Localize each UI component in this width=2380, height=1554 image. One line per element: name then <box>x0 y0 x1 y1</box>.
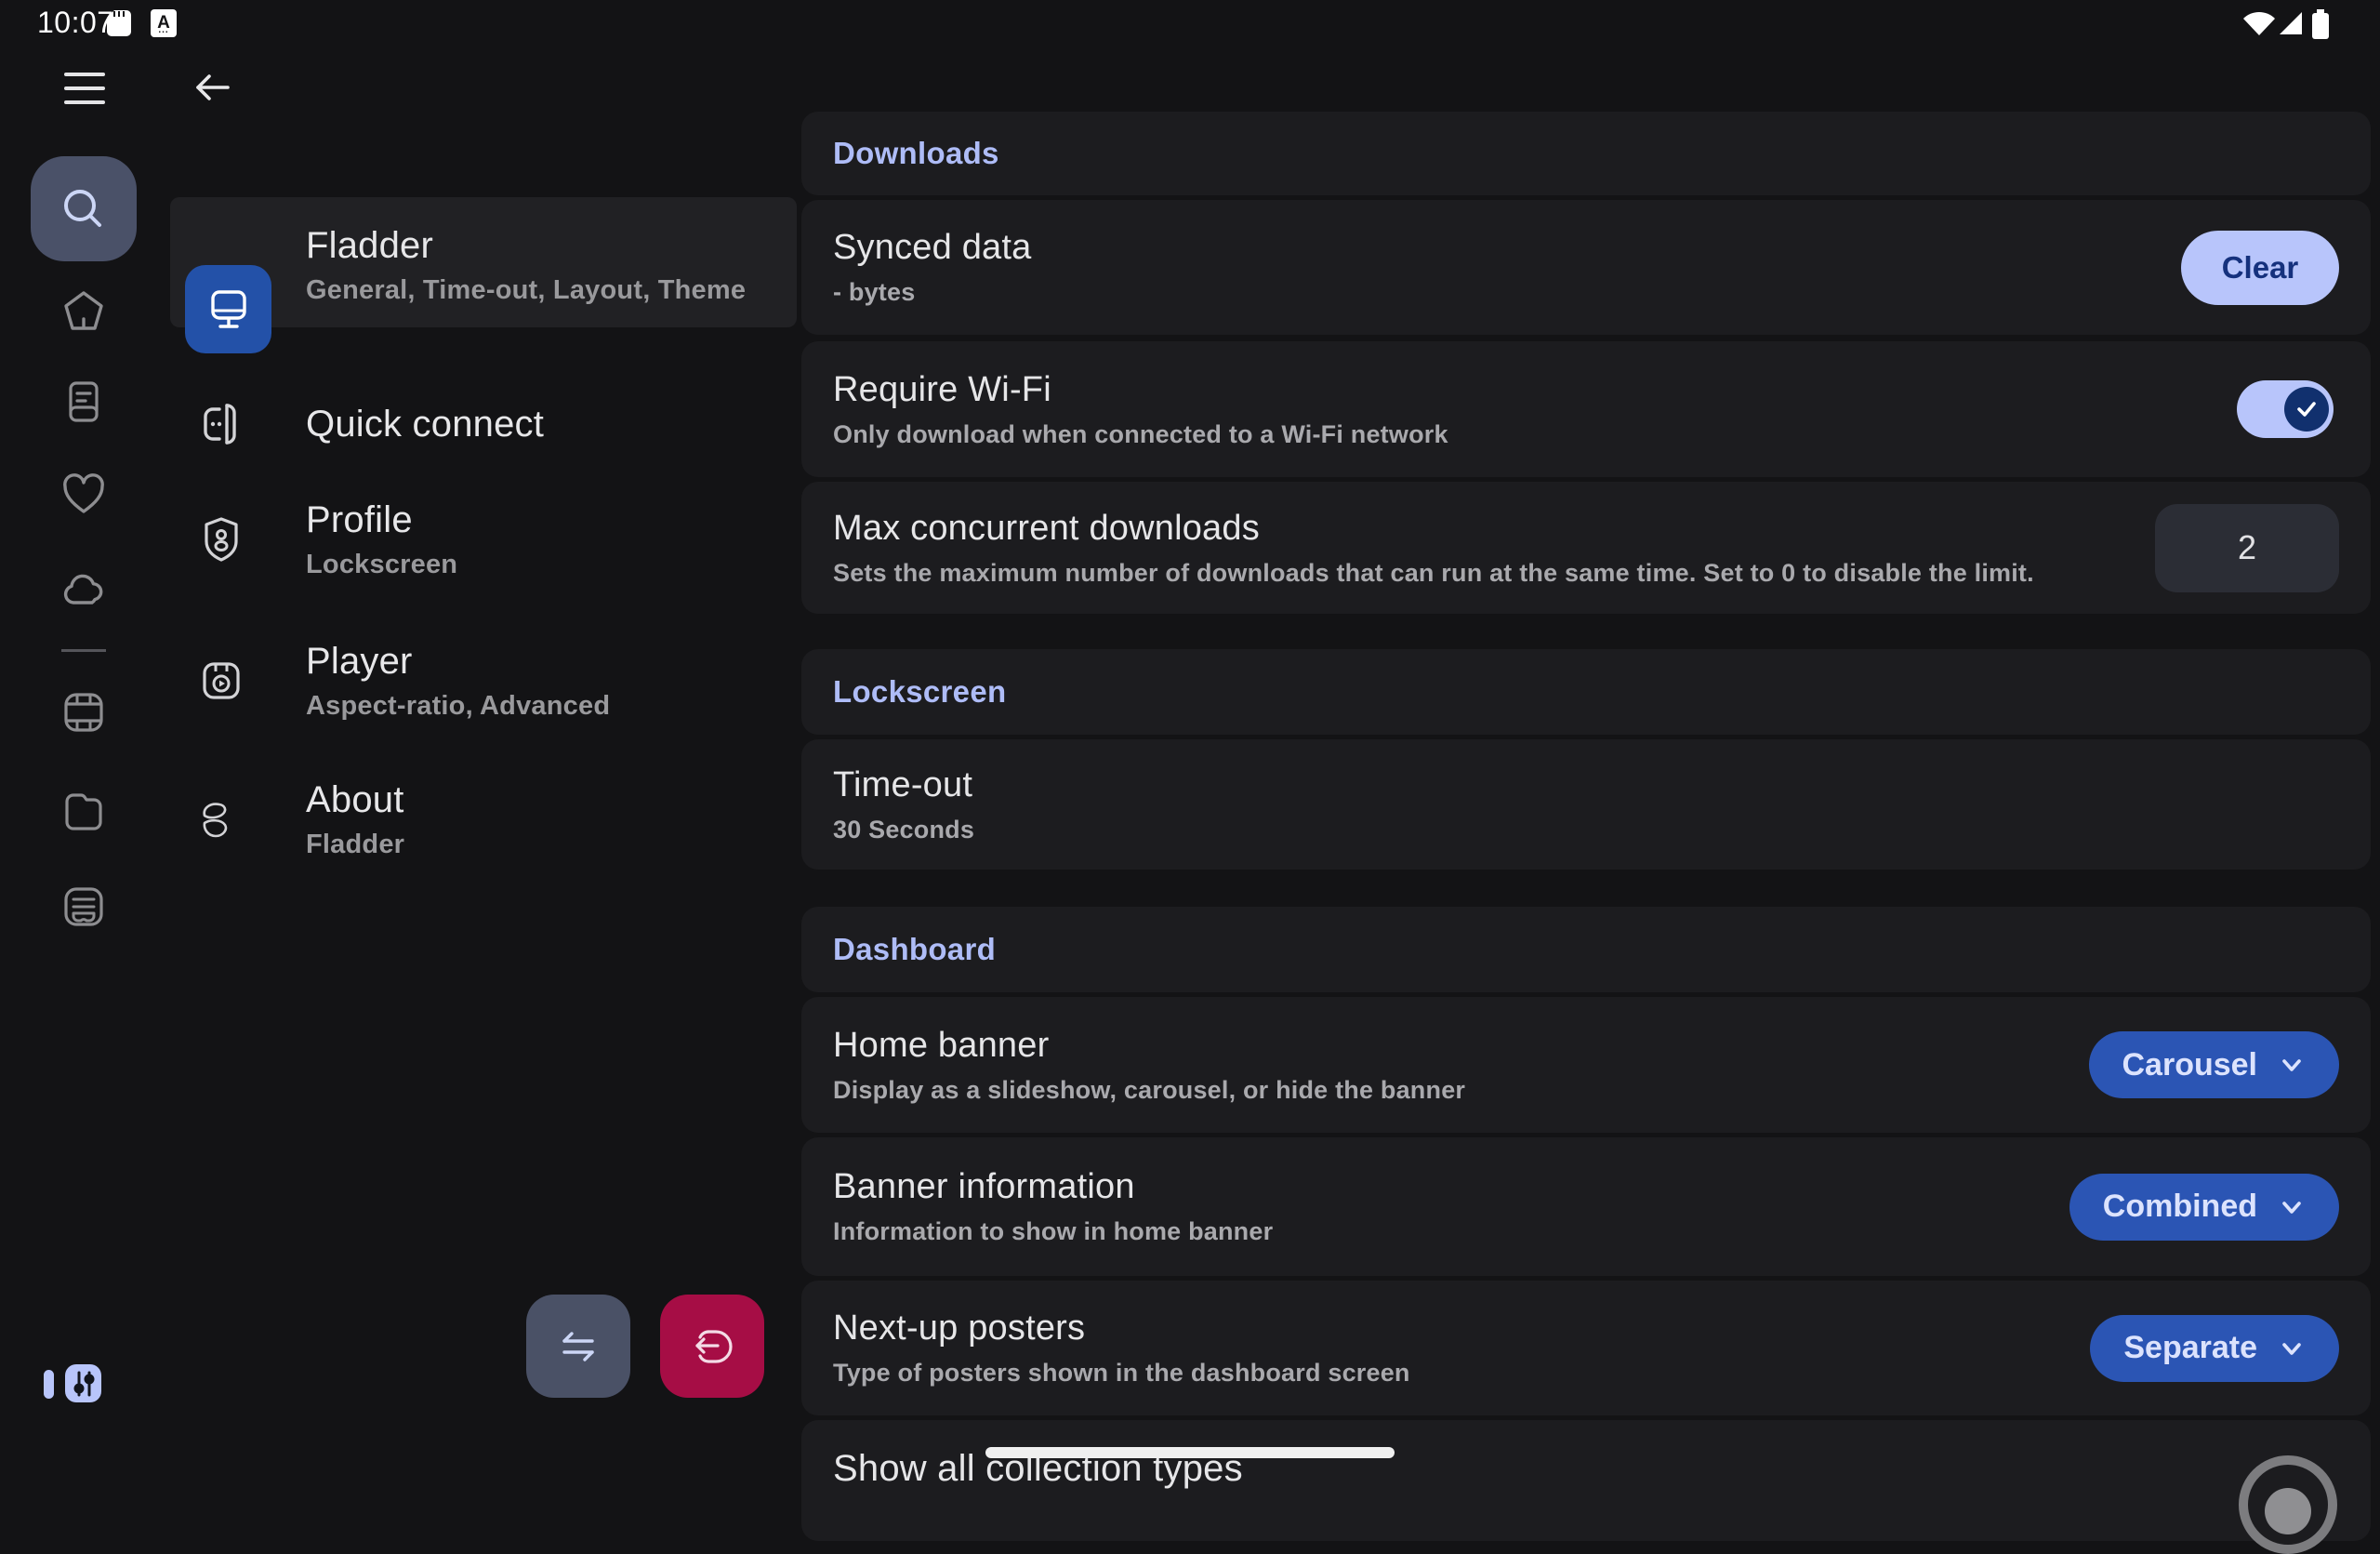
row-subtitle: Only download when connected to a Wi-Fi … <box>833 420 1448 449</box>
row-title: Home banner <box>833 1026 1465 1066</box>
row-home-banner[interactable]: Home banner Display as a slideshow, caro… <box>801 997 2371 1133</box>
row-timeout[interactable]: Time-out 30 Seconds <box>801 739 2371 870</box>
fladder-app-icon <box>185 265 271 353</box>
row-max-concurrent-downloads[interactable]: Max concurrent downloads Sets the maximu… <box>801 482 2371 614</box>
nav-item-player[interactable]: Player Aspect-ratio, Advanced <box>170 630 797 732</box>
nav-item-title: Quick connect <box>306 404 544 445</box>
nav-item-fladder[interactable]: Fladder General, Time-out, Layout, Theme <box>170 197 797 327</box>
swap-horizontal-icon <box>551 1320 605 1374</box>
cellular-icon <box>2278 9 2304 37</box>
folders-icon[interactable] <box>61 789 106 833</box>
sdcard-icon <box>106 9 132 37</box>
sliders-icon <box>70 1369 98 1399</box>
section-header-label: Downloads <box>833 136 999 171</box>
dropdown-value: Carousel <box>2122 1047 2258 1083</box>
chevron-down-icon <box>2278 1193 2306 1221</box>
player-icon <box>197 657 245 705</box>
show-all-toggle-partial[interactable] <box>2239 1455 2337 1554</box>
row-subtitle: - bytes <box>833 278 1031 307</box>
favorites-heart-icon[interactable] <box>61 472 106 517</box>
switch-server-button[interactable] <box>526 1295 630 1398</box>
chevron-down-icon <box>2278 1051 2306 1079</box>
collections-icon[interactable] <box>61 884 106 929</box>
row-subtitle: 30 Seconds <box>833 816 974 844</box>
row-title: Max concurrent downloads <box>833 509 2034 549</box>
next-up-posters-dropdown[interactable]: Separate <box>2090 1315 2339 1382</box>
nav-item-title: About <box>306 779 404 821</box>
row-subtitle: Information to show in home banner <box>833 1217 1273 1246</box>
cloud-sync-icon[interactable] <box>61 565 106 610</box>
toggle-knob <box>2265 1488 2311 1534</box>
nav-item-quick-connect[interactable]: Quick connect <box>170 373 797 475</box>
settings-sliders-badge[interactable] <box>65 1364 101 1402</box>
nav-item-profile[interactable]: Profile Lockscreen <box>170 488 797 591</box>
fladder-logo-icon <box>197 795 245 843</box>
search-icon <box>60 185 108 233</box>
home-icon[interactable] <box>61 288 106 333</box>
require-wifi-toggle[interactable] <box>2237 380 2334 438</box>
dropdown-value: Combined <box>2103 1189 2257 1225</box>
back-arrow-icon[interactable] <box>191 65 235 110</box>
profile-shield-icon <box>197 515 245 564</box>
scroll-drag-handle[interactable] <box>985 1447 1395 1458</box>
row-show-all-collection-types[interactable]: Show all collection types <box>801 1420 2371 1541</box>
nav-item-subtitle: General, Time-out, Layout, Theme <box>306 275 746 306</box>
section-header-downloads: Downloads <box>801 112 2371 195</box>
clear-button[interactable]: Clear <box>2181 231 2339 305</box>
nav-item-subtitle: Fladder <box>306 830 404 860</box>
nav-item-about[interactable]: About Fladder <box>170 768 797 870</box>
wifi-icon <box>2242 9 2276 37</box>
home-banner-dropdown[interactable]: Carousel <box>2089 1031 2340 1098</box>
row-synced-data[interactable]: Synced data - bytes Clear <box>801 200 2371 335</box>
nav-item-subtitle: Lockscreen <box>306 550 457 580</box>
nav-item-title: Profile <box>306 499 457 541</box>
nav-item-subtitle: Aspect-ratio, Advanced <box>306 691 610 722</box>
row-subtitle: Sets the maximum number of downloads tha… <box>833 559 2034 588</box>
menu-icon[interactable] <box>64 71 105 106</box>
row-subtitle: Type of posters shown in the dashboard s… <box>833 1359 1410 1388</box>
row-title: Synced data <box>833 228 1031 268</box>
rail-item-search-active[interactable] <box>31 156 137 261</box>
nav-item-title: Player <box>306 641 610 683</box>
logout-icon <box>684 1319 740 1375</box>
navigation-rail <box>0 45 167 1488</box>
status-bar: 10:07 A... <box>0 0 2380 45</box>
row-title: Next-up posters <box>833 1308 1410 1348</box>
chevron-down-icon <box>2278 1335 2306 1362</box>
quick-connect-icon <box>197 400 245 448</box>
section-header-dashboard: Dashboard <box>801 907 2371 992</box>
monitor-icon <box>204 285 254 335</box>
row-title: Banner information <box>833 1167 1273 1207</box>
max-downloads-input[interactable]: 2 <box>2155 504 2339 592</box>
row-title: Require Wi-Fi <box>833 370 1448 410</box>
clock: 10:07 <box>37 6 114 40</box>
check-icon <box>2293 395 2320 423</box>
row-banner-information[interactable]: Banner information Information to show i… <box>801 1137 2371 1276</box>
logout-button[interactable] <box>660 1295 764 1398</box>
library-icon[interactable] <box>61 379 106 424</box>
rail-divider <box>61 649 106 652</box>
section-header-lockscreen: Lockscreen <box>801 649 2371 735</box>
row-subtitle: Display as a slideshow, carousel, or hid… <box>833 1076 1465 1105</box>
keyboard-layout-icon: A... <box>151 9 177 37</box>
nav-item-title: Fladder <box>306 225 746 267</box>
edge-indicator-pill <box>44 1370 54 1399</box>
row-title: Time-out <box>833 765 974 805</box>
row-next-up-posters[interactable]: Next-up posters Type of posters shown in… <box>801 1281 2371 1415</box>
dropdown-value: Separate <box>2123 1330 2257 1366</box>
section-header-label: Dashboard <box>833 932 996 967</box>
battery-icon <box>2311 9 2330 39</box>
row-require-wifi[interactable]: Require Wi-Fi Only download when connect… <box>801 341 2371 477</box>
movies-icon[interactable] <box>61 690 106 735</box>
banner-information-dropdown[interactable]: Combined <box>2069 1174 2339 1241</box>
toggle-thumb <box>2284 387 2329 432</box>
section-header-label: Lockscreen <box>833 674 1006 710</box>
